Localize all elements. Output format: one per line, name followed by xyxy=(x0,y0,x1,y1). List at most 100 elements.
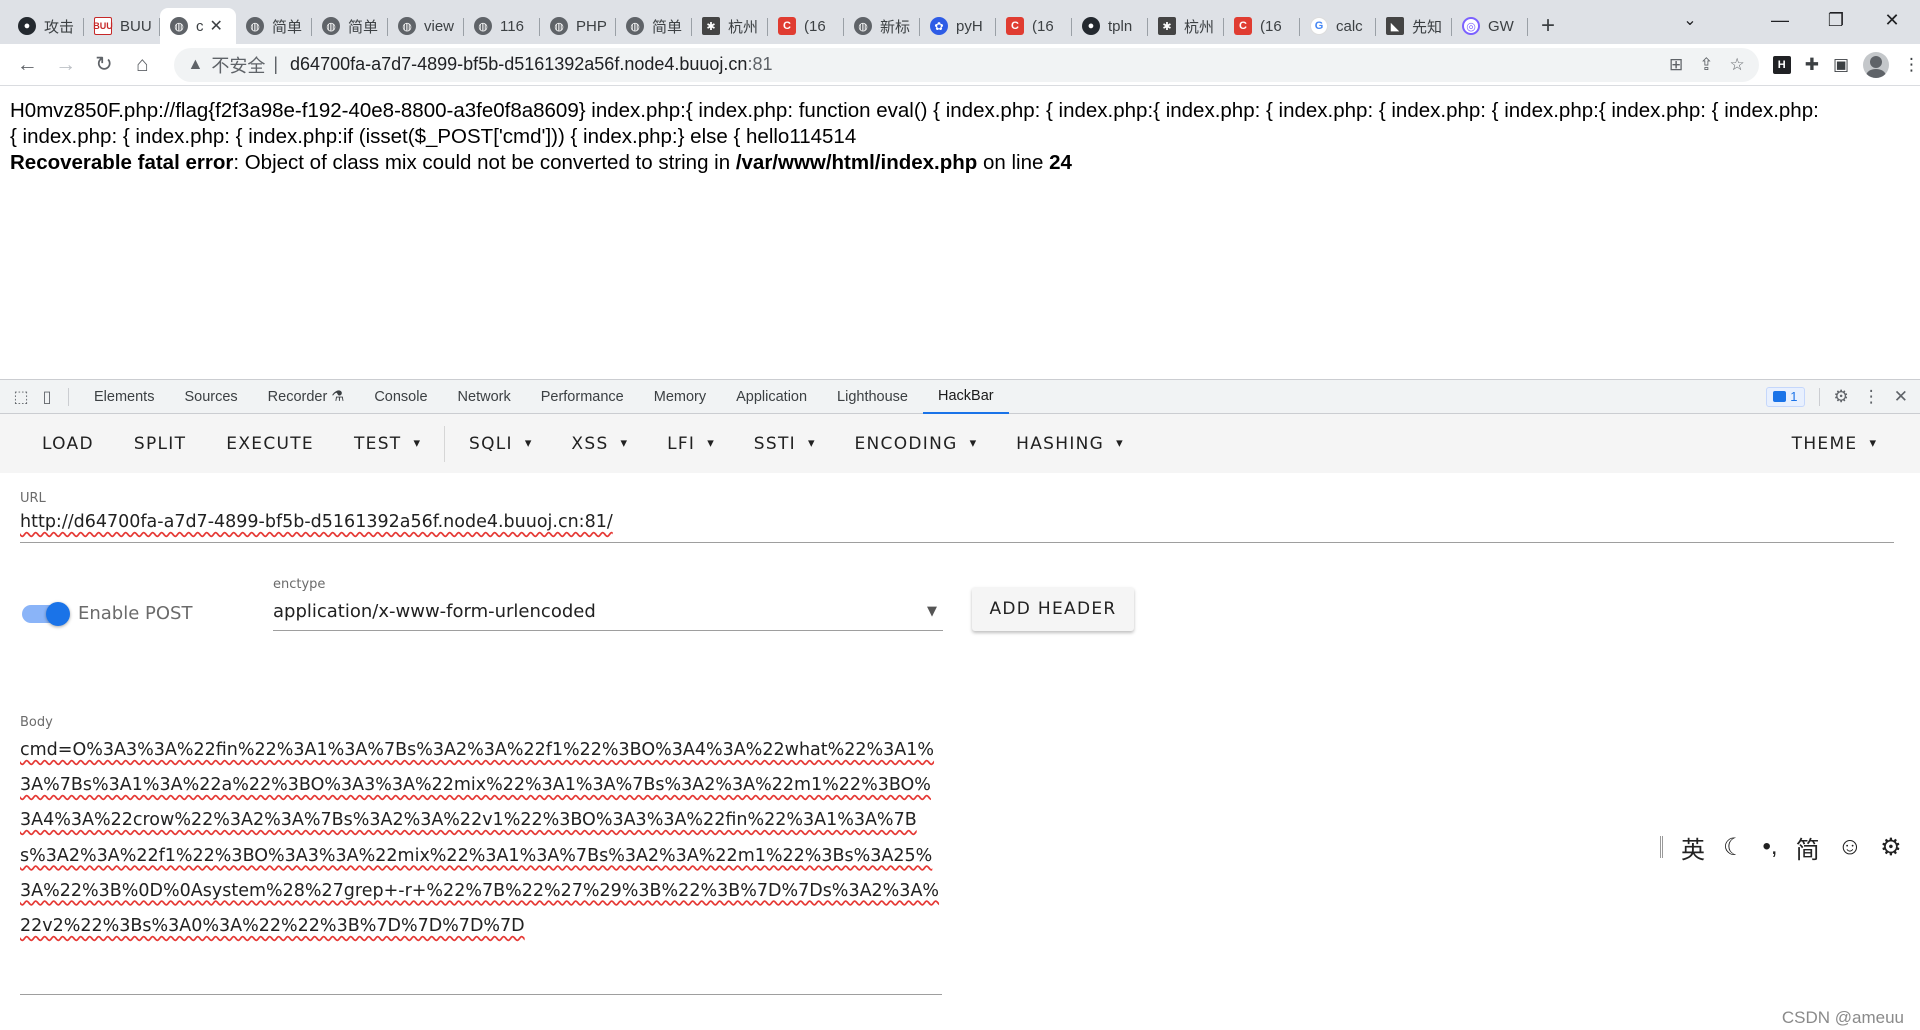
enctype-label: enctype xyxy=(273,577,326,592)
share-icon[interactable]: ⇪ xyxy=(1699,55,1713,75)
browser-tab[interactable]: ◍ view xyxy=(388,8,464,44)
tab-lighthouse[interactable]: Lighthouse xyxy=(822,380,923,414)
warning-icon[interactable]: ▲ xyxy=(188,56,204,74)
error-text: : Object of class mix could not be conve… xyxy=(233,151,736,174)
github-icon: ● xyxy=(1082,17,1100,35)
tab-application[interactable]: Application xyxy=(721,380,822,414)
browser-tab[interactable]: ◍ 简单 xyxy=(236,8,312,44)
issues-badge[interactable]: 1 xyxy=(1766,386,1805,407)
tab-sources[interactable]: Sources xyxy=(169,380,252,414)
browser-tab[interactable]: ◣ 先知 xyxy=(1376,8,1452,44)
theme-menu-button[interactable]: THEME xyxy=(1772,414,1896,473)
ime-language-toggle[interactable]: 英 xyxy=(1681,830,1705,865)
forward-icon[interactable]: → xyxy=(46,45,84,85)
minimize-icon[interactable]: — xyxy=(1752,10,1808,31)
hackbar-toolbar: LOAD SPLIT EXECUTE TEST SQLI XSS LFI SST… xyxy=(0,414,1920,473)
punctuation-icon[interactable]: •, xyxy=(1763,833,1778,861)
tab-recorder-label: Recorder xyxy=(267,388,328,405)
enable-post-toggle[interactable] xyxy=(22,602,70,626)
tab-memory[interactable]: Memory xyxy=(639,380,721,414)
test-menu-button[interactable]: TEST xyxy=(334,414,440,473)
url-input[interactable]: http://d64700fa-a7d7-4899-bf5b-d5161392a… xyxy=(20,509,1894,543)
profile-avatar[interactable] xyxy=(1863,51,1890,78)
error-line-number: 24 xyxy=(1049,151,1072,174)
browser-tab[interactable]: ◎ GW xyxy=(1452,8,1528,44)
hashing-menu-button[interactable]: HASHING xyxy=(996,414,1143,473)
php-error-line: Recoverable fatal error: Object of class… xyxy=(10,150,1910,176)
split-button[interactable]: SPLIT xyxy=(114,414,206,473)
browser-tab[interactable]: Gcalc xyxy=(1300,8,1376,44)
browser-tab[interactable]: ◍ 116 xyxy=(464,8,540,44)
browser-tab[interactable]: C (16 xyxy=(996,8,1072,44)
ime-settings-icon[interactable]: ⚙ xyxy=(1880,833,1902,862)
enctype-select[interactable]: application/x-www-form-urlencoded ▼ xyxy=(273,595,943,631)
address-bar[interactable]: ▲ 不安全 | d64700fa-a7d7-4899-bf5b-d5161392… xyxy=(173,47,1759,82)
load-button[interactable]: LOAD xyxy=(22,414,114,473)
browser-tab[interactable]: C (16 xyxy=(768,8,844,44)
browser-tab[interactable]: C (16 xyxy=(1224,8,1300,44)
globe-icon: ◍ xyxy=(550,17,568,35)
drag-handle[interactable] xyxy=(1660,836,1663,858)
close-tab-icon[interactable]: ✕ xyxy=(210,16,223,36)
close-window-icon[interactable]: ✕ xyxy=(1864,10,1920,31)
close-devtools-icon[interactable]: ✕ xyxy=(1894,387,1908,407)
extensions-puzzle-icon[interactable]: ✚ xyxy=(1805,55,1819,75)
issues-icon xyxy=(1773,391,1787,402)
google-icon: G xyxy=(1310,17,1328,35)
tab-elements[interactable]: Elements xyxy=(79,380,169,414)
error-label: Recoverable fatal error xyxy=(10,151,234,174)
browser-tab[interactable]: ✿ pyH xyxy=(920,8,996,44)
device-toolbar-icon[interactable]: ▯ xyxy=(34,387,60,407)
globe-icon: ◍ xyxy=(854,17,872,35)
bookmark-star-icon[interactable]: ☆ xyxy=(1729,55,1744,75)
reload-icon[interactable]: ↻ xyxy=(85,45,123,85)
encoding-menu-button[interactable]: ENCODING xyxy=(835,414,997,473)
page-output: H0mvz850F.php://flag{f2f3a98e-f192-40e8-… xyxy=(10,98,1910,176)
output-line-2: { index.php: { index.php: { index.php:if… xyxy=(10,125,857,148)
tab-network[interactable]: Network xyxy=(443,380,526,414)
hackbar-extension-icon[interactable]: H xyxy=(1772,55,1791,74)
execute-button[interactable]: EXECUTE xyxy=(206,414,334,473)
sqli-menu-button[interactable]: SQLI xyxy=(449,414,551,473)
browser-tab-active[interactable]: ◍ c ✕ xyxy=(160,8,236,44)
new-tab-button[interactable]: + xyxy=(1528,8,1568,44)
issues-count: 1 xyxy=(1790,389,1798,404)
xss-menu-button[interactable]: XSS xyxy=(551,414,647,473)
side-panel-icon[interactable]: ▣ xyxy=(1833,55,1849,75)
tab-performance[interactable]: Performance xyxy=(526,380,639,414)
browser-tab[interactable]: ◍ 新标 xyxy=(844,8,920,44)
devtools-menu-icon[interactable]: ⋮ xyxy=(1863,387,1880,407)
body-textarea[interactable]: cmd=O%3A3%3A%22fin%22%3A1%3A%7Bs%3A2%3A%… xyxy=(20,733,942,995)
browser-tab[interactable]: ● 攻击 xyxy=(8,8,84,44)
settings-gear-icon[interactable]: ⚙ xyxy=(1834,387,1849,407)
browser-tab[interactable]: ◍ 简单 xyxy=(312,8,388,44)
ssti-menu-button[interactable]: SSTI xyxy=(734,414,835,473)
divider xyxy=(444,425,446,462)
dropdown-caret-icon: ▼ xyxy=(927,604,937,619)
home-icon[interactable]: ⌂ xyxy=(123,45,161,85)
emoji-icon[interactable]: ☺ xyxy=(1838,833,1863,861)
menu-kebab-icon[interactable]: ⋮ xyxy=(1903,55,1920,75)
moon-icon[interactable]: ☾ xyxy=(1723,833,1745,862)
globe-icon: ◍ xyxy=(626,17,644,35)
browser-tab[interactable]: BUU BUU xyxy=(84,8,160,44)
lfi-menu-button[interactable]: LFI xyxy=(647,414,734,473)
browser-tab[interactable]: ◍ 简单 xyxy=(616,8,692,44)
add-header-button[interactable]: ADD HEADER xyxy=(972,587,1134,631)
error-mid: on line xyxy=(977,151,1050,174)
body-field-label: Body xyxy=(20,715,53,730)
browser-tab[interactable]: ● tpln xyxy=(1072,8,1148,44)
tab-search-icon[interactable]: ⌄ xyxy=(1666,10,1714,30)
back-icon[interactable]: ← xyxy=(8,45,46,85)
ime-script-toggle[interactable]: 简 xyxy=(1796,830,1820,865)
tab-recorder[interactable]: Recorder ⚗ xyxy=(253,380,360,414)
tab-hackbar[interactable]: HackBar xyxy=(923,380,1009,414)
tab-console[interactable]: Console xyxy=(359,380,442,414)
translate-icon[interactable]: ⊞ xyxy=(1669,55,1683,75)
browser-tab[interactable]: ✱ 杭州 xyxy=(692,8,768,44)
browser-tab[interactable]: ◍ PHP xyxy=(540,8,616,44)
browser-tab[interactable]: ✱ 杭州 xyxy=(1148,8,1224,44)
inspect-element-icon[interactable]: ⬚ xyxy=(8,387,34,407)
restore-icon[interactable]: ❐ xyxy=(1808,10,1864,31)
url-host: d64700fa-a7d7-4899-bf5b-d5161392a56f.nod… xyxy=(290,54,748,74)
